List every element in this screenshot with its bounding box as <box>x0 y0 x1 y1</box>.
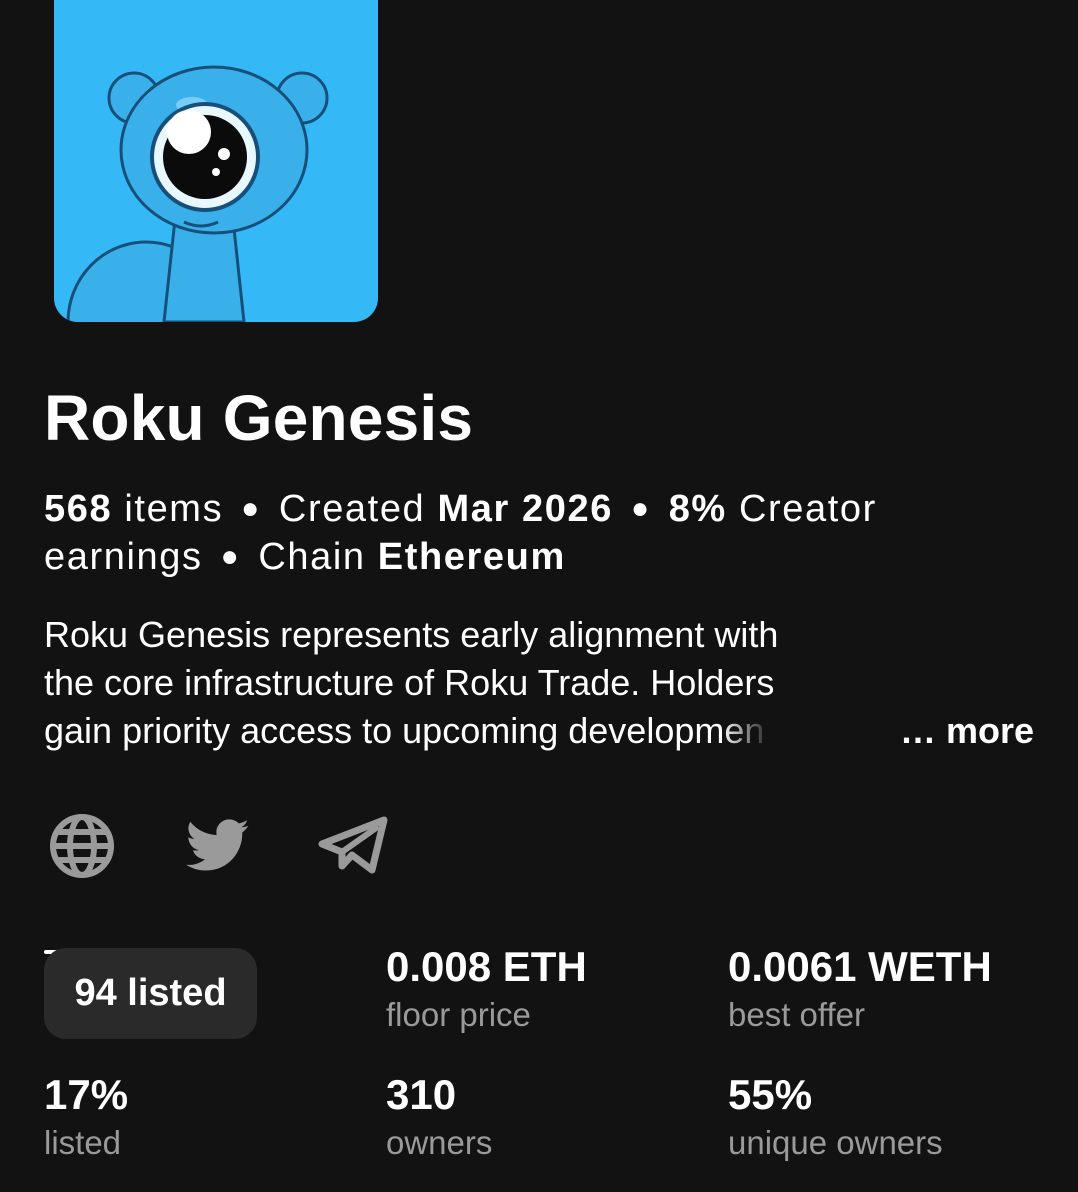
created-value: Mar 2026 <box>437 488 613 530</box>
description-line-1: Roku Genesis represents early alignment … <box>44 614 779 655</box>
best-offer-stat: 0.0061 WETH best offer <box>728 942 992 1037</box>
globe-icon <box>50 814 114 878</box>
floor-price-label: floor price <box>386 996 531 1033</box>
listed-count-tooltip: 94 listed <box>44 948 257 1039</box>
cyclops-bear-avatar-icon <box>54 0 378 322</box>
telegram-icon <box>318 816 388 874</box>
earnings-label-line2: earnings <box>44 536 203 578</box>
earnings-value: 8% <box>668 488 727 530</box>
created-label: Created <box>278 488 426 530</box>
collection-meta: 568 items ● Created Mar 2026 ● 8% Creator ea… <box>44 488 877 578</box>
owners-stat: 310 owners <box>386 1070 492 1165</box>
description-line-3-text: gain priority access to upcoming develop <box>44 710 695 751</box>
unique-owners-label: unique owners <box>728 1124 943 1161</box>
items-count: 568 <box>44 488 113 530</box>
floor-price-value: 0.008 ETH <box>386 943 587 990</box>
best-offer-value: 0.0061 WETH <box>728 943 992 990</box>
listed-value: 17% <box>44 1071 129 1118</box>
listed-label: listed <box>44 1124 122 1161</box>
twitter-link[interactable] <box>184 812 252 880</box>
collection-title: Roku Genesis <box>44 382 474 454</box>
chain-label: Chain <box>258 536 366 578</box>
listed-stat: 17% listed <box>44 1070 128 1165</box>
owners-label: owners <box>386 1124 493 1161</box>
website-link[interactable] <box>48 812 116 880</box>
unique-owners-value: 55% <box>728 1071 813 1118</box>
collection-description: Roku Genesis represents early alignment … <box>44 611 1044 755</box>
collection-avatar <box>54 0 378 322</box>
chain-value: Ethereum <box>377 536 566 578</box>
unique-owners-stat: 55% unique owners <box>728 1070 943 1165</box>
items-label: items <box>124 488 224 530</box>
earnings-label-line1: Creator <box>738 488 877 530</box>
more-button[interactable]: … more <box>900 707 1034 755</box>
floor-price-stat: 0.008 ETH floor price <box>386 942 587 1037</box>
description-fade-text: men <box>694 710 765 751</box>
owners-value: 310 <box>386 1071 457 1118</box>
twitter-icon <box>186 819 249 871</box>
telegram-link[interactable] <box>318 812 390 878</box>
description-line-2: the core infrastructure of Roku Trade. H… <box>44 662 775 703</box>
best-offer-label: best offer <box>728 996 865 1033</box>
description-line-3: gain priority access to upcoming develop… <box>44 707 1044 755</box>
